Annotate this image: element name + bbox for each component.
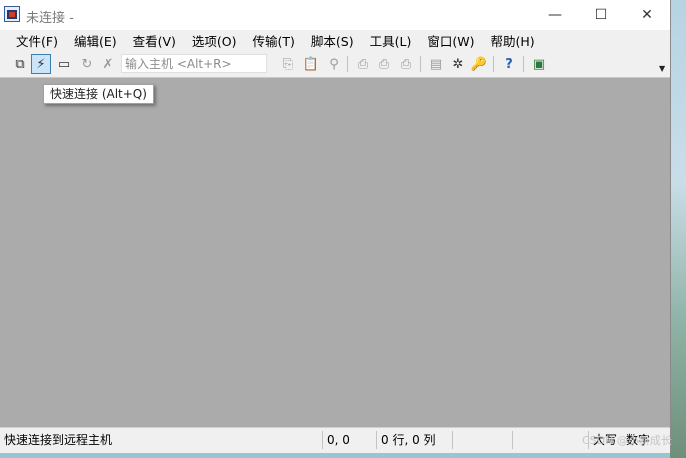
- help-icon[interactable]: ?: [499, 54, 519, 74]
- menu-edit[interactable]: 编辑(E): [66, 31, 125, 50]
- row-column-indicator: 0 行, 0 列: [376, 431, 452, 449]
- menu-window[interactable]: 窗口(W): [419, 31, 482, 50]
- status-bar: 快速连接到远程主机 0, 0 0 行, 0 列 大写 数字: [0, 427, 670, 453]
- print-setup-icon[interactable]: ⎙: [374, 54, 394, 74]
- print-selection-icon[interactable]: ⎙: [396, 54, 416, 74]
- session-options-icon[interactable]: ▤: [426, 54, 446, 74]
- toolbar-separator: [493, 56, 494, 72]
- menu-help[interactable]: 帮助(H): [482, 31, 542, 50]
- find-icon[interactable]: ⚲: [324, 54, 344, 74]
- window-title: 未连接 -: [26, 11, 74, 26]
- connect-in-tab-icon[interactable]: ▭: [54, 54, 74, 74]
- menu-file[interactable]: 文件(F): [0, 31, 66, 50]
- toolbar-separator: [347, 56, 348, 72]
- close-button[interactable]: ✕: [624, 0, 670, 30]
- host-input[interactable]: 输入主机 <Alt+R>: [121, 54, 267, 73]
- quick-connect-icon[interactable]: ⚡: [31, 54, 51, 74]
- status-message: 快速连接到远程主机: [4, 433, 113, 447]
- toolbar-overflow-icon[interactable]: ▼: [659, 64, 668, 74]
- menu-options[interactable]: 选项(O): [184, 31, 245, 50]
- menu-script[interactable]: 脚本(S): [303, 31, 362, 50]
- menu-tools[interactable]: 工具(L): [362, 31, 420, 50]
- reconnect-icon[interactable]: ↻: [77, 54, 97, 74]
- app-icon: [4, 6, 20, 22]
- paste-icon[interactable]: 📋: [301, 54, 321, 74]
- menu-transfer[interactable]: 传输(T): [245, 31, 303, 50]
- app-window: 未连接 - — ☐ ✕ 文件(F) 编辑(E) 查看(V) 选项(O) 传输(T…: [0, 0, 671, 453]
- toolbar: ⧉ ⚡ ▭ ↻ ✗ 输入主机 <Alt+R> ⎘ 📋 ⚲ ⎙ ⎙ ⎙ ▤ ✲ 🔑…: [0, 51, 670, 78]
- minimize-button[interactable]: —: [532, 0, 578, 30]
- title-bar: 未连接 - — ☐ ✕: [0, 0, 670, 30]
- quick-connect-tooltip: 快速连接 (Alt+Q): [43, 84, 154, 104]
- status-empty-cell: [452, 431, 512, 449]
- print-icon[interactable]: ⎙: [353, 54, 373, 74]
- keymap-icon[interactable]: 🔑: [469, 54, 489, 74]
- maximize-button[interactable]: ☐: [578, 0, 624, 30]
- disconnect-icon[interactable]: ✗: [98, 54, 118, 74]
- desktop-background: [670, 0, 686, 458]
- toolbar-separator: [420, 56, 421, 72]
- toolbar-separator: [523, 56, 524, 72]
- sftp-icon[interactable]: ▣: [529, 54, 549, 74]
- session-area[interactable]: [0, 78, 670, 427]
- watermark: CSDN @小新成长: [582, 434, 672, 447]
- menu-bar: 文件(F) 编辑(E) 查看(V) 选项(O) 传输(T) 脚本(S) 工具(L…: [0, 30, 670, 51]
- copy-icon[interactable]: ⎘: [278, 54, 298, 74]
- cursor-position: 0, 0: [322, 431, 376, 449]
- global-options-icon[interactable]: ✲: [448, 54, 468, 74]
- menu-view[interactable]: 查看(V): [125, 31, 184, 50]
- connect-icon[interactable]: ⧉: [10, 54, 30, 74]
- status-empty-cell: [512, 431, 588, 449]
